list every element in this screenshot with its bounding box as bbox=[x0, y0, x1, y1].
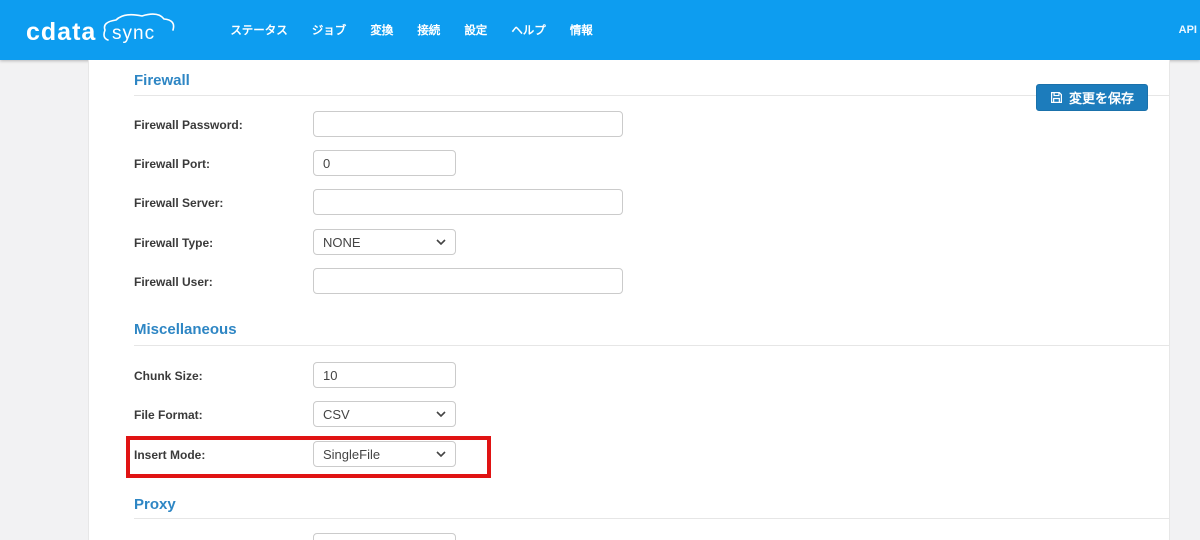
save-changes-button[interactable]: 変更を保存 bbox=[1035, 84, 1148, 111]
firewall-password-label: Firewall Password: bbox=[134, 118, 243, 132]
firewall-port-input[interactable] bbox=[313, 150, 456, 176]
main-nav: ステータス ジョブ 変換 接続 設定 ヘルプ 情報 bbox=[230, 22, 593, 38]
firewall-type-value: NONE bbox=[323, 234, 361, 250]
save-changes-label: 変更を保存 bbox=[1068, 91, 1134, 106]
nav-transform[interactable]: 変換 bbox=[370, 22, 393, 38]
firewall-password-input[interactable] bbox=[313, 111, 623, 137]
nav-info[interactable]: 情報 bbox=[570, 22, 593, 38]
cdata-sync-logo[interactable]: cdata sync bbox=[26, 10, 178, 50]
svg-text:sync: sync bbox=[112, 23, 155, 44]
firewall-type-label: Firewall Type: bbox=[134, 236, 214, 250]
miscellaneous-section-divider bbox=[134, 345, 1169, 346]
miscellaneous-section-title: Miscellaneous bbox=[134, 321, 237, 338]
firewall-server-label: Firewall Server: bbox=[134, 196, 224, 210]
nav-jobs[interactable]: ジョブ bbox=[312, 22, 347, 38]
firewall-section-title: Firewall bbox=[134, 72, 190, 89]
firewall-user-input[interactable] bbox=[313, 268, 623, 294]
proxy-section-divider bbox=[134, 518, 1169, 519]
nav-help[interactable]: ヘルプ bbox=[511, 22, 546, 38]
proxy-first-input[interactable] bbox=[313, 533, 456, 540]
file-format-label: File Format: bbox=[134, 408, 203, 422]
firewall-user-label: Firewall User: bbox=[134, 275, 213, 289]
chunk-size-label: Chunk Size: bbox=[134, 369, 203, 383]
nav-connections[interactable]: 接続 bbox=[417, 22, 440, 38]
firewall-server-input[interactable] bbox=[313, 189, 623, 215]
firewall-port-label: Firewall Port: bbox=[134, 157, 211, 171]
proxy-section-title: Proxy bbox=[134, 496, 176, 513]
chunk-size-input[interactable] bbox=[313, 362, 456, 388]
insert-mode-value: SingleFile bbox=[323, 446, 381, 462]
chevron-down-icon bbox=[436, 411, 446, 417]
file-format-select[interactable]: CSV bbox=[313, 401, 456, 427]
nav-status[interactable]: ステータス bbox=[230, 22, 288, 38]
cloud-icon: sync bbox=[103, 13, 175, 44]
settings-panel: Firewall 変更を保存 Firewall Password: Firewa… bbox=[88, 60, 1170, 540]
firewall-type-select[interactable]: NONE bbox=[313, 229, 456, 255]
nav-settings[interactable]: 設定 bbox=[464, 22, 487, 38]
brand-cdata-text: cdata bbox=[26, 18, 97, 46]
brand-sync-cloud: sync bbox=[100, 10, 178, 50]
insert-mode-label: Insert Mode: bbox=[134, 448, 206, 462]
firewall-section-divider bbox=[134, 95, 1169, 96]
app-header: cdata sync ステータス ジョブ 変換 接続 設定 ヘルプ 情報 API bbox=[0, 0, 1200, 60]
file-format-value: CSV bbox=[323, 406, 350, 422]
chevron-down-icon bbox=[436, 451, 446, 457]
api-link[interactable]: API bbox=[1179, 24, 1197, 36]
save-floppy-icon bbox=[1051, 92, 1062, 103]
insert-mode-select[interactable]: SingleFile bbox=[313, 441, 456, 467]
chevron-down-icon bbox=[436, 239, 446, 245]
